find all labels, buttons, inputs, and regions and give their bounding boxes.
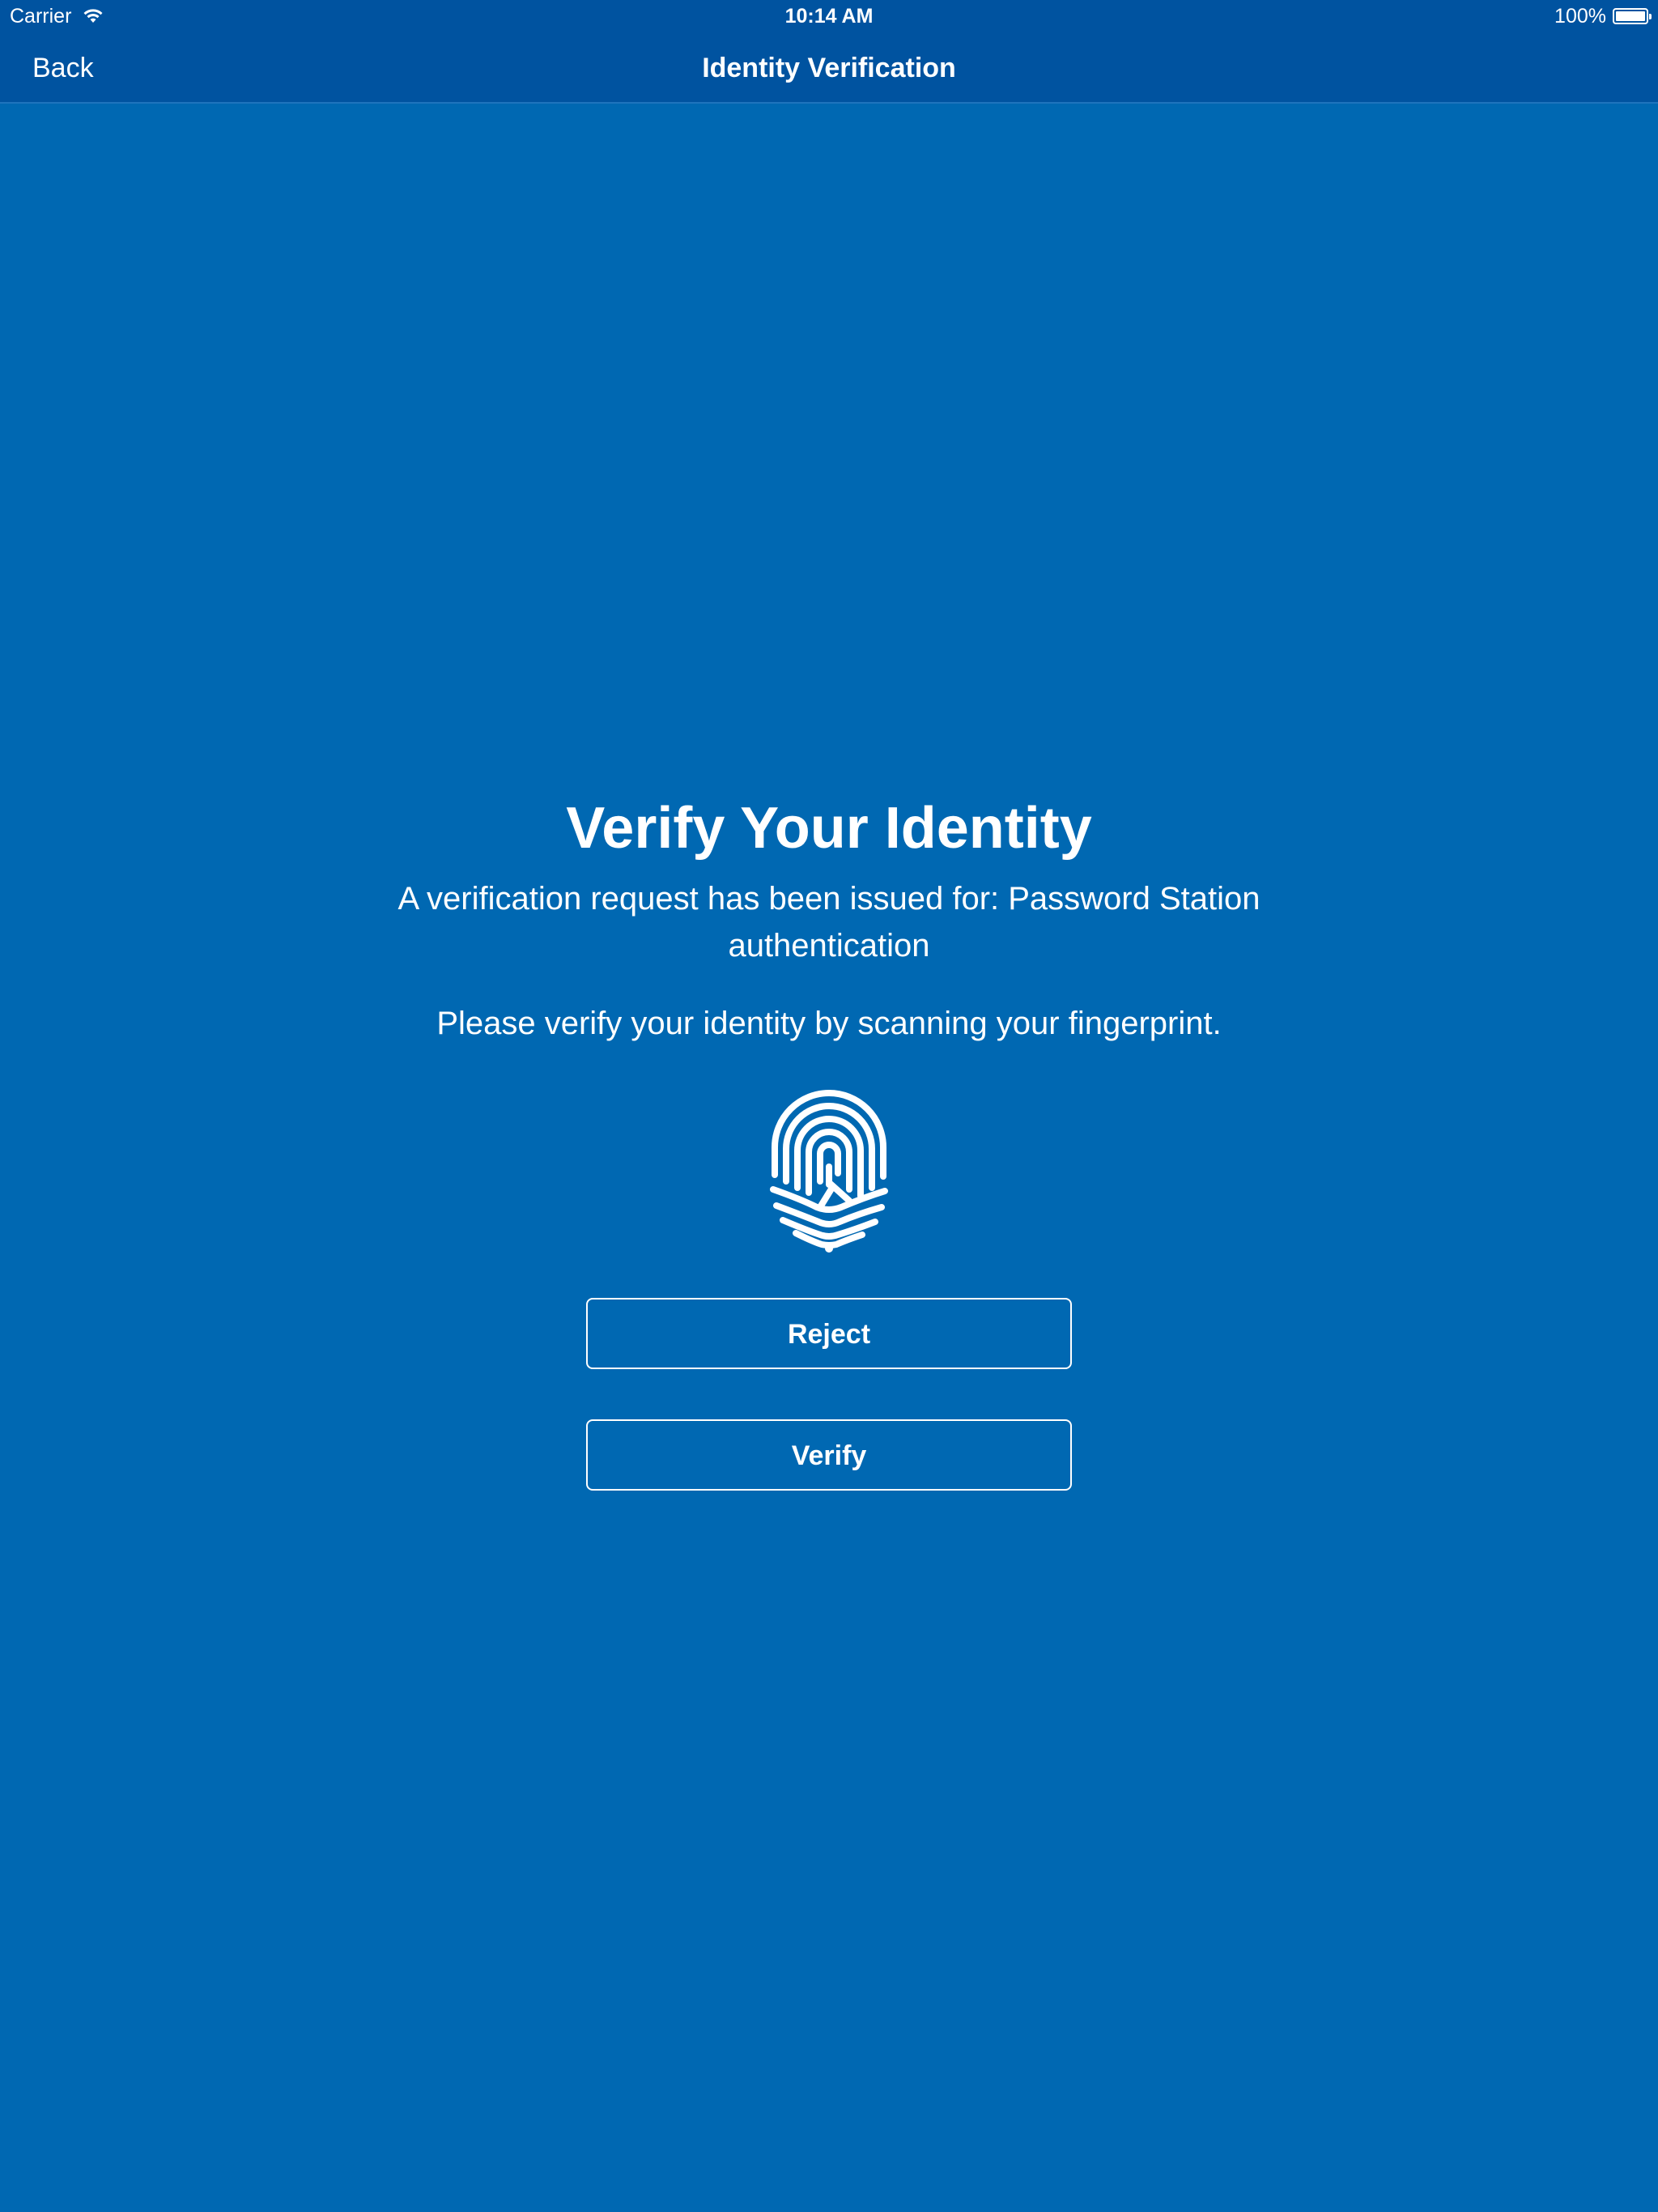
battery-fill (1616, 11, 1645, 21)
instruction-text: Please verify your identity by scanning … (436, 1006, 1222, 1041)
battery-percent: 100% (1554, 5, 1606, 28)
nav-title: Identity Verification (702, 53, 956, 83)
verify-button[interactable]: Verify (586, 1419, 1072, 1491)
navigation-bar: Back Identity Verification (0, 32, 1658, 104)
reject-button[interactable]: Reject (586, 1298, 1072, 1369)
fingerprint-icon[interactable] (768, 1086, 890, 1253)
battery-icon (1613, 8, 1652, 24)
status-bar: Carrier 10:14 AM 100% (0, 0, 1658, 32)
status-right: 100% (1554, 0, 1652, 32)
status-time: 10:14 AM (784, 5, 874, 28)
page-heading: Verify Your Identity (566, 796, 1092, 861)
request-text: A verification request has been issued f… (397, 881, 1261, 963)
verification-content: Verify Your Identity A verification requ… (0, 789, 1658, 1491)
